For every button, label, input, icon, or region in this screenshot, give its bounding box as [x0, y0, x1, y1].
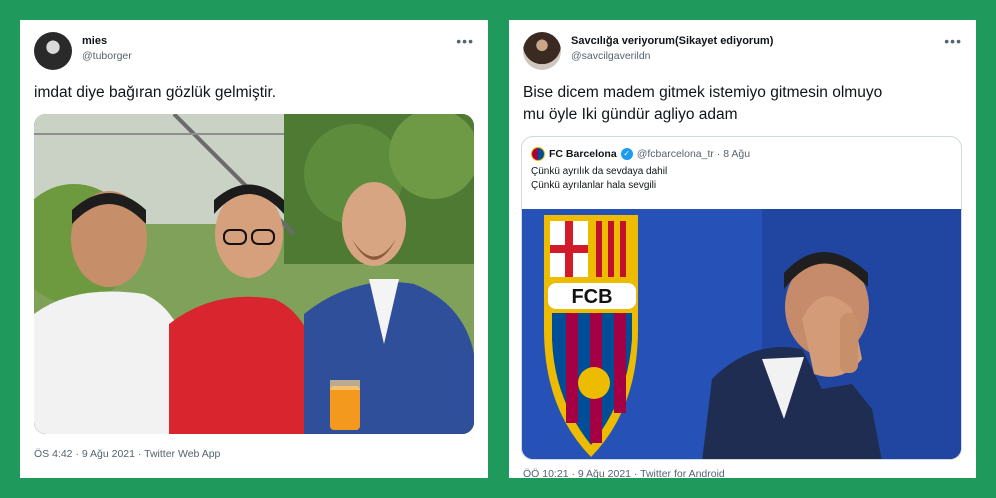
- tweet-card-left[interactable]: mies @tuborger ••• imdat diye bağıran gö…: [20, 20, 488, 478]
- author-names: Savcılığa veriyorum(Sikayet ediyorum) @s…: [571, 34, 773, 64]
- tweet-text: Bise dicem madem gitmek istemiyo gitmesi…: [523, 82, 962, 126]
- more-options-icon[interactable]: •••: [944, 34, 962, 48]
- quoted-photo-illustration: FCB: [522, 209, 961, 459]
- tweet-text-line: mu öyle Iki gündür agliyo adam: [523, 106, 738, 123]
- display-name[interactable]: mies: [82, 34, 132, 49]
- display-name[interactable]: Savcılığa veriyorum(Sikayet ediyorum): [571, 34, 773, 49]
- quoted-handle[interactable]: @fcbarcelona_tr · 8 Ağu: [637, 148, 750, 160]
- quoted-avatar[interactable]: [531, 147, 545, 161]
- tweet-header: Savcılığa veriyorum(Sikayet ediyorum) @s…: [523, 32, 962, 72]
- verified-badge-icon: ✓: [620, 148, 633, 160]
- tweet-text: imdat diye bağıran gözlük gelmiştir.: [34, 84, 277, 101]
- tweet-meta[interactable]: ÖÖ 10:21 · 9 Ağu 2021 · Twitter for Andr…: [523, 468, 725, 478]
- tweet-photo[interactable]: [34, 114, 474, 434]
- tweet-meta[interactable]: ÖS 4:42 · 9 Ağu 2021 · Twitter Web App: [34, 448, 220, 460]
- user-handle[interactable]: @savcilgaverildn: [571, 49, 773, 64]
- quoted-text: Çünkü ayrılık da sevdaya dahil Çünkü ayr…: [531, 165, 667, 193]
- avatar[interactable]: [34, 32, 72, 70]
- avatar[interactable]: [523, 32, 561, 70]
- tweet-header: mies @tuborger •••: [34, 32, 474, 72]
- author-names: mies @tuborger: [82, 34, 132, 64]
- quoted-text-line: Çünkü ayrılanlar hala sevgili: [531, 180, 657, 191]
- more-options-icon[interactable]: •••: [456, 34, 474, 48]
- quoted-text-line: Çünkü ayrılık da sevdaya dahil: [531, 166, 668, 177]
- crest-letters: FCB: [571, 286, 612, 308]
- photo-illustration: [34, 114, 474, 434]
- tweet-text-line: Bise dicem madem gitmek istemiyo gitmesi…: [523, 84, 883, 101]
- quoted-tweet[interactable]: FC Barcelona ✓ @fcbarcelona_tr · 8 Ağu Ç…: [521, 136, 962, 460]
- user-handle[interactable]: @tuborger: [82, 49, 132, 64]
- tweet-card-right[interactable]: Savcılığa veriyorum(Sikayet ediyorum) @s…: [509, 20, 976, 478]
- quoted-display-name[interactable]: FC Barcelona: [549, 148, 617, 160]
- quoted-photo[interactable]: FCB: [522, 209, 961, 459]
- quoted-tweet-header: FC Barcelona ✓ @fcbarcelona_tr · 8 Ağu: [531, 146, 750, 162]
